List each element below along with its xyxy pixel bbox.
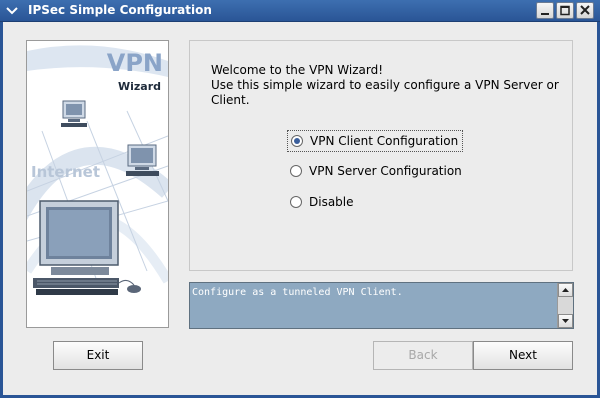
wizard-illustration: VPN Wizard Internet [26,40,169,328]
window-frame-left [0,22,3,398]
title-bar: IPSec Simple Configuration [0,0,600,22]
arrow-down-icon [562,319,569,323]
computer-icon [126,144,159,176]
welcome-description: Use this simple wizard to easily configu… [211,78,559,107]
computer-icon [61,100,87,127]
arrow-up-icon [562,288,569,292]
welcome-text: Welcome to the VPN Wizard! Use this simp… [211,63,561,108]
maximize-button[interactable] [556,2,574,19]
radio-label-vpn-server: VPN Server Configuration [309,164,462,178]
radio-vpn-server[interactable]: VPN Server Configuration [287,160,466,182]
welcome-heading: Welcome to the VPN Wizard! [211,63,384,77]
description-textarea[interactable]: Configure as a tunneled VPN Client. [189,282,574,329]
scroll-up-button[interactable] [558,283,573,297]
close-icon [580,5,590,15]
chevron-down-icon[interactable] [3,2,21,19]
minimize-icon [541,13,549,15]
close-button[interactable] [576,2,594,19]
radio-vpn-client[interactable]: VPN Client Configuration [287,130,464,152]
wizard-content: Welcome to the VPN Wizard! Use this simp… [189,40,573,271]
radio-button[interactable] [290,196,302,208]
radio-disable[interactable]: Disable [287,191,358,213]
scroll-down-button[interactable] [558,314,573,328]
back-button[interactable]: Back [373,341,473,370]
radio-label-vpn-client: VPN Client Configuration [310,134,459,148]
window-title: IPSec Simple Configuration [28,3,212,17]
radio-button[interactable] [290,165,302,177]
maximize-icon [560,5,570,16]
art-subheading: Wizard [118,80,161,93]
description-text: Configure as a tunneled VPN Client. [192,287,403,298]
radio-button-checked[interactable] [291,135,303,147]
art-network-label: Internet [31,163,100,181]
next-button[interactable]: Next [473,341,573,370]
radio-label-disable: Disable [309,195,354,209]
exit-button[interactable]: Exit [53,341,143,370]
scrollbar[interactable] [557,283,573,328]
minimize-button[interactable] [536,2,554,19]
art-heading: VPN [107,49,163,77]
